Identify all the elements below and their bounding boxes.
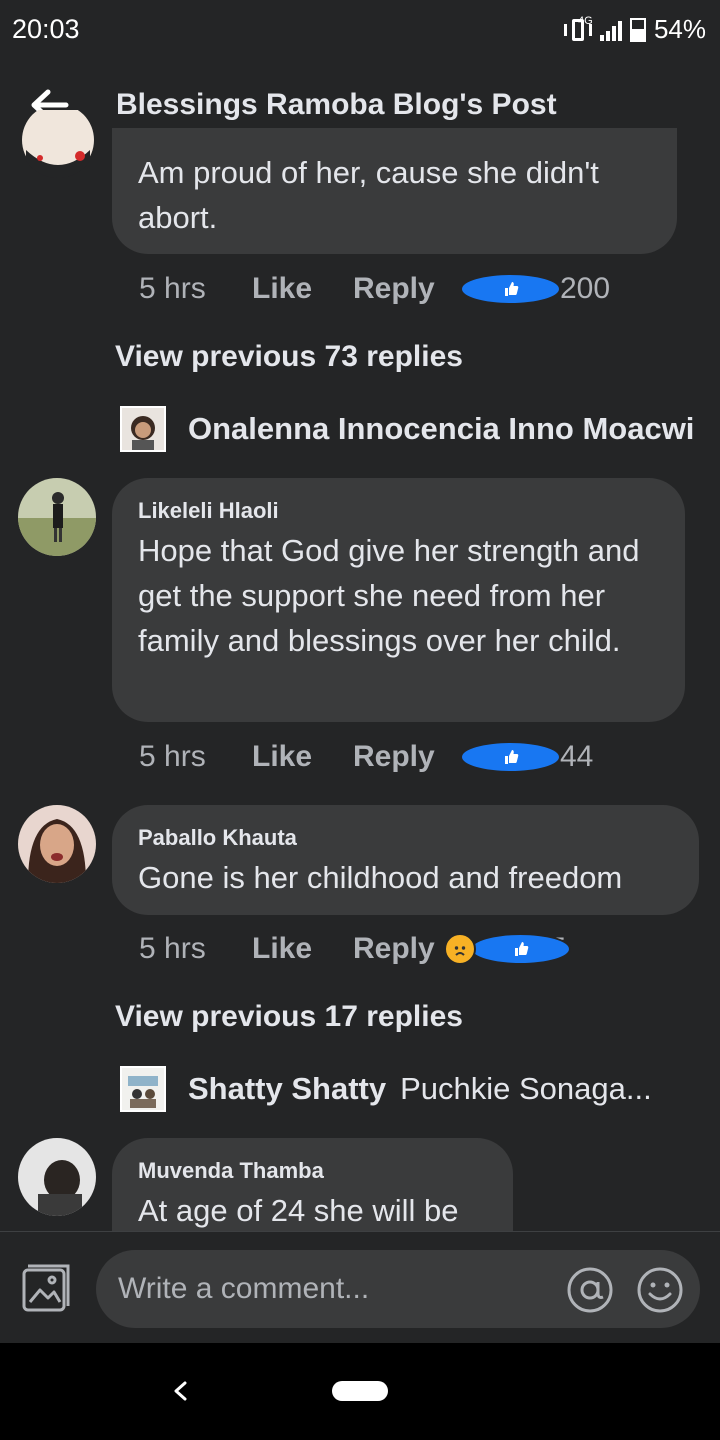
- avatar[interactable]: [20, 110, 96, 178]
- reactions[interactable]: [460, 273, 561, 305]
- comment-text: Am proud of her, cause she didn't abort.: [138, 155, 599, 235]
- status-icons: 4G 54%: [563, 14, 706, 45]
- avatar[interactable]: [18, 805, 96, 883]
- reply-button[interactable]: Reply: [353, 740, 460, 774]
- sad-reaction-icon: [444, 933, 476, 965]
- like-button[interactable]: Like: [252, 272, 353, 306]
- reply-avatar: [120, 1066, 166, 1112]
- like-button[interactable]: Like: [252, 932, 353, 966]
- home-pill[interactable]: [332, 1381, 388, 1401]
- reply-author: Onalenna Innocencia Inno Moacwi: [188, 411, 695, 446]
- signal-icon: 4G: [578, 15, 622, 41]
- view-previous-replies[interactable]: View previous 73 replies: [115, 340, 463, 374]
- reply-button[interactable]: Reply: [353, 272, 460, 306]
- network-type: 4G: [577, 14, 593, 27]
- comment-author[interactable]: Likeleli Hlaoli: [138, 498, 279, 524]
- avatar[interactable]: [18, 478, 96, 556]
- comment-meta: 5 hrs Like Reply 175: [139, 932, 571, 966]
- comment-meta: 5 hrs Like Reply 200: [139, 272, 610, 306]
- comment-text: At age of 24 she will be: [138, 1193, 459, 1228]
- photo-icon[interactable]: [20, 1262, 72, 1314]
- comment-author[interactable]: Paballo Khauta: [138, 825, 297, 851]
- comment-input[interactable]: Write a comment...: [96, 1250, 700, 1328]
- system-nav-bar: [0, 1343, 720, 1440]
- comment-time: 5 hrs: [139, 740, 206, 773]
- page-title: Blessings Ramoba Blog's Post: [116, 88, 557, 121]
- reply-snippet: Puchkie Sonaga...: [400, 1071, 652, 1106]
- comment-time: 5 hrs: [139, 272, 206, 305]
- mention-icon[interactable]: [566, 1266, 614, 1314]
- comment-bubble[interactable]: Am proud of her, cause she didn't abort.: [112, 128, 677, 254]
- reply-preview[interactable]: Onalenna Innocencia Inno Moacwi: [120, 406, 694, 452]
- status-time: 20:03: [12, 14, 80, 44]
- emoji-icon[interactable]: [636, 1266, 684, 1314]
- comment-text: Hope that God give her strength and get …: [138, 533, 640, 658]
- comment-bubble[interactable]: Muvenda Thamba At age of 24 she will be: [112, 1138, 513, 1231]
- reaction-count: 44: [560, 740, 594, 773]
- reaction-count: 200: [560, 272, 611, 305]
- like-button[interactable]: Like: [252, 740, 353, 774]
- like-reaction-icon: [470, 933, 571, 965]
- battery-icon: [629, 17, 646, 42]
- reply-avatar: [120, 406, 166, 452]
- comment-meta: 5 hrs Like Reply 44: [139, 740, 593, 774]
- like-reaction-icon: [460, 273, 561, 305]
- avatar[interactable]: [18, 1138, 96, 1216]
- battery-percent: 54%: [653, 14, 706, 44]
- comment-placeholder: Write a comment...: [118, 1272, 370, 1305]
- like-reaction-icon: [460, 741, 561, 773]
- status-bar: 20:03 4G 54%: [0, 0, 720, 60]
- reply-preview[interactable]: Shatty Shatty Puchkie Sonaga...: [120, 1066, 652, 1112]
- nav-back-icon[interactable]: [168, 1371, 192, 1411]
- comment-bubble[interactable]: Likeleli Hlaoli Hope that God give her s…: [112, 478, 685, 722]
- comment-author[interactable]: Muvenda Thamba: [138, 1158, 324, 1184]
- comment-bubble[interactable]: Paballo Khauta Gone is her childhood and…: [112, 805, 699, 915]
- view-previous-replies[interactable]: View previous 17 replies: [115, 1000, 463, 1034]
- reactions[interactable]: [444, 933, 571, 965]
- comment-time: 5 hrs: [139, 932, 206, 965]
- comment-text: Gone is her childhood and freedom: [138, 860, 623, 895]
- comment-composer: Write a comment...: [0, 1231, 720, 1344]
- reactions[interactable]: [460, 741, 561, 773]
- reply-author: Shatty Shatty: [188, 1071, 387, 1106]
